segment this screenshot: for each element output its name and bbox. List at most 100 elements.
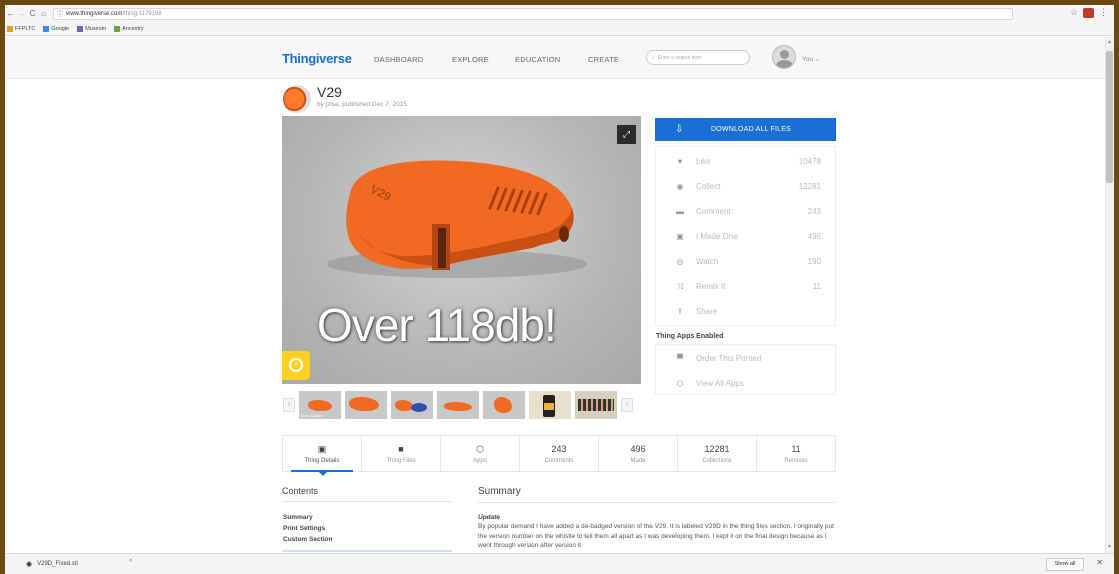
show-all-button[interactable]: Show all <box>1046 558 1084 571</box>
contents-highlight <box>282 550 452 552</box>
url-domain: www.thingiverse.com <box>66 10 123 17</box>
thumbnail-prev-button[interactable]: ‹ <box>283 398 295 412</box>
search-placeholder: Enter a search term <box>657 54 702 61</box>
thumbnail-5[interactable] <box>483 391 525 419</box>
chevron-up-icon[interactable]: ^ <box>129 559 132 566</box>
thumbnail-whistle <box>308 400 332 411</box>
thumbnail-1[interactable]: Over 118db! <box>299 391 341 419</box>
forward-button[interactable]: → <box>16 9 27 18</box>
download-filename: V29D_Fixed.stl <box>37 561 78 567</box>
download-item[interactable]: ◉ V29D_Fixed.stl <box>26 560 78 568</box>
download-bar: ◉ V29D_Fixed.stl ^ Show all ✕ <box>5 553 1114 574</box>
bookmark-item[interactable]: Museum <box>77 25 107 32</box>
thumbnail-whistle <box>444 402 472 411</box>
scroll-down-icon[interactable]: ▼ <box>1107 544 1112 550</box>
tab-icon: ▣ <box>317 443 327 454</box>
thumbnail-whistle-blue <box>411 403 427 412</box>
apps-title: Thing Apps Enabled <box>656 333 724 340</box>
download-all-label: DOWNLOAD ALL FILES <box>711 126 791 133</box>
tab-count: 496 <box>630 443 646 454</box>
tab-made[interactable]: 496 Made <box>599 436 678 471</box>
extension-icon[interactable] <box>1083 8 1094 18</box>
url-input[interactable]: ⓘ www.thingiverse.com /thing:1179168 <box>53 7 1013 20</box>
file-icon: ◉ <box>26 561 33 568</box>
tab-thing-files[interactable]: ■ Thing Files <box>362 436 441 471</box>
app-view-all-apps[interactable]: ⬡ View All Apps <box>656 371 837 396</box>
app-order-this-printed[interactable]: ▀ Order This Printed <box>656 346 837 371</box>
nav-dashboard[interactable]: DASHBOARD <box>374 55 423 64</box>
tab-label: Collections <box>702 457 732 464</box>
scrollbar-thumb[interactable] <box>1106 51 1113 183</box>
nav-education[interactable]: EDUCATION <box>515 55 560 64</box>
action-icon: ⤨ <box>676 281 684 291</box>
bookmark-item[interactable]: FFPLTC <box>7 25 35 32</box>
lightbulb-badge[interactable]: ♀ <box>282 351 310 380</box>
thumbnail-7[interactable] <box>575 391 617 419</box>
user-menu[interactable]: You ⌄ <box>802 55 820 63</box>
action-label: Watch <box>696 257 719 266</box>
action-count: 243 <box>807 207 821 216</box>
action-label: Like <box>696 157 711 166</box>
nav-create[interactable]: CREATE <box>588 55 619 64</box>
nav-explore[interactable]: EXPLORE <box>452 55 489 64</box>
tab-count: 12281 <box>704 443 730 454</box>
tab-collections[interactable]: 12281 Collections <box>678 436 757 471</box>
close-icon[interactable]: ✕ <box>1096 558 1103 567</box>
tab-label: Remixes <box>784 457 808 464</box>
action-comment[interactable]: ▬ Comment 243 <box>656 199 837 224</box>
tab-comments[interactable]: 243 Comments <box>520 436 599 471</box>
action-icon: ⇪ <box>676 307 684 316</box>
tab-label: Made <box>630 457 646 464</box>
thumbnail-2[interactable] <box>345 391 387 419</box>
bookmark-item[interactable]: Google <box>43 25 70 32</box>
app-icon: ▀ <box>677 354 683 363</box>
action-collect[interactable]: ◉ Collect 12281 <box>656 174 837 199</box>
action-label: I Made One <box>696 232 738 241</box>
avatar[interactable] <box>772 45 796 69</box>
scroll-up-icon[interactable]: ▲ <box>1107 39 1112 45</box>
thumbnail-bottle-label <box>544 403 554 410</box>
home-button[interactable]: ⌂ <box>38 9 49 18</box>
bookmark-label: Google <box>51 25 70 32</box>
action-watch[interactable]: ◎ Watch 190 <box>656 249 837 274</box>
thumbnail-6[interactable] <box>529 391 571 419</box>
bookmark-icon <box>43 25 50 32</box>
browser-menu-icon[interactable]: ⋮ <box>1099 7 1108 18</box>
thumbnail-3[interactable] <box>391 391 433 419</box>
tab-icon: ■ <box>398 443 404 454</box>
search-input[interactable]: ⌕ Enter a search term <box>646 50 750 65</box>
back-button[interactable]: ← <box>5 9 16 18</box>
tab-apps[interactable]: ⬡ Apps <box>441 436 520 471</box>
download-all-button[interactable]: ⇩ DOWNLOAD ALL FILES <box>655 118 836 141</box>
contents-item-custom-section[interactable]: Custom Section <box>283 536 332 543</box>
action-label: Share <box>696 307 718 316</box>
hero-image[interactable]: V29 Over 118db! ⤢ <box>282 116 641 384</box>
update-label: Update <box>478 514 501 521</box>
action-label: Comment <box>696 207 731 216</box>
action-share[interactable]: ⇪ Share <box>656 299 837 324</box>
action-icon: ▬ <box>676 207 684 216</box>
hero-caption: Over 118db! <box>317 299 557 351</box>
tab-thing-details[interactable]: ▣ Thing Details <box>283 436 362 476</box>
contents-item-print-settings[interactable]: Print Settings <box>283 525 325 532</box>
thumbnail-4[interactable] <box>437 391 479 419</box>
avatar-body <box>776 60 793 68</box>
app-label: View All Apps <box>696 379 744 388</box>
tab-remixes[interactable]: 11 Remixes <box>757 436 835 471</box>
tab-label: Comments <box>544 457 574 464</box>
thumbnail-next-button[interactable]: › <box>621 398 633 412</box>
bookmark-item[interactable]: Ancestry <box>114 25 144 32</box>
action-like[interactable]: ♥ Like 10478 <box>656 149 837 174</box>
expand-icon[interactable]: ⤢ <box>617 125 636 144</box>
action-i-made-one[interactable]: ▣ I Made One 496 <box>656 224 837 249</box>
thing-tabs: ▣ Thing Details ■ Thing Files ⬡ Apps 243 Commen… <box>282 435 836 476</box>
contents-item-summary[interactable]: Summary <box>283 514 313 521</box>
reload-button[interactable]: C <box>27 9 38 18</box>
bookmark-label: Museum <box>85 25 107 32</box>
apps-list: ▀ Order This Printed ⬡ View All Apps <box>655 344 836 395</box>
bookmark-star-icon[interactable]: ☆ <box>1070 7 1078 18</box>
thingiverse-logo[interactable]: Thingiverse <box>282 51 352 66</box>
thumbnail-whistle <box>494 397 512 413</box>
tab-label: Thing Details <box>304 457 340 464</box>
action-remix-it[interactable]: ⤨ Remix It 11 <box>656 274 837 299</box>
